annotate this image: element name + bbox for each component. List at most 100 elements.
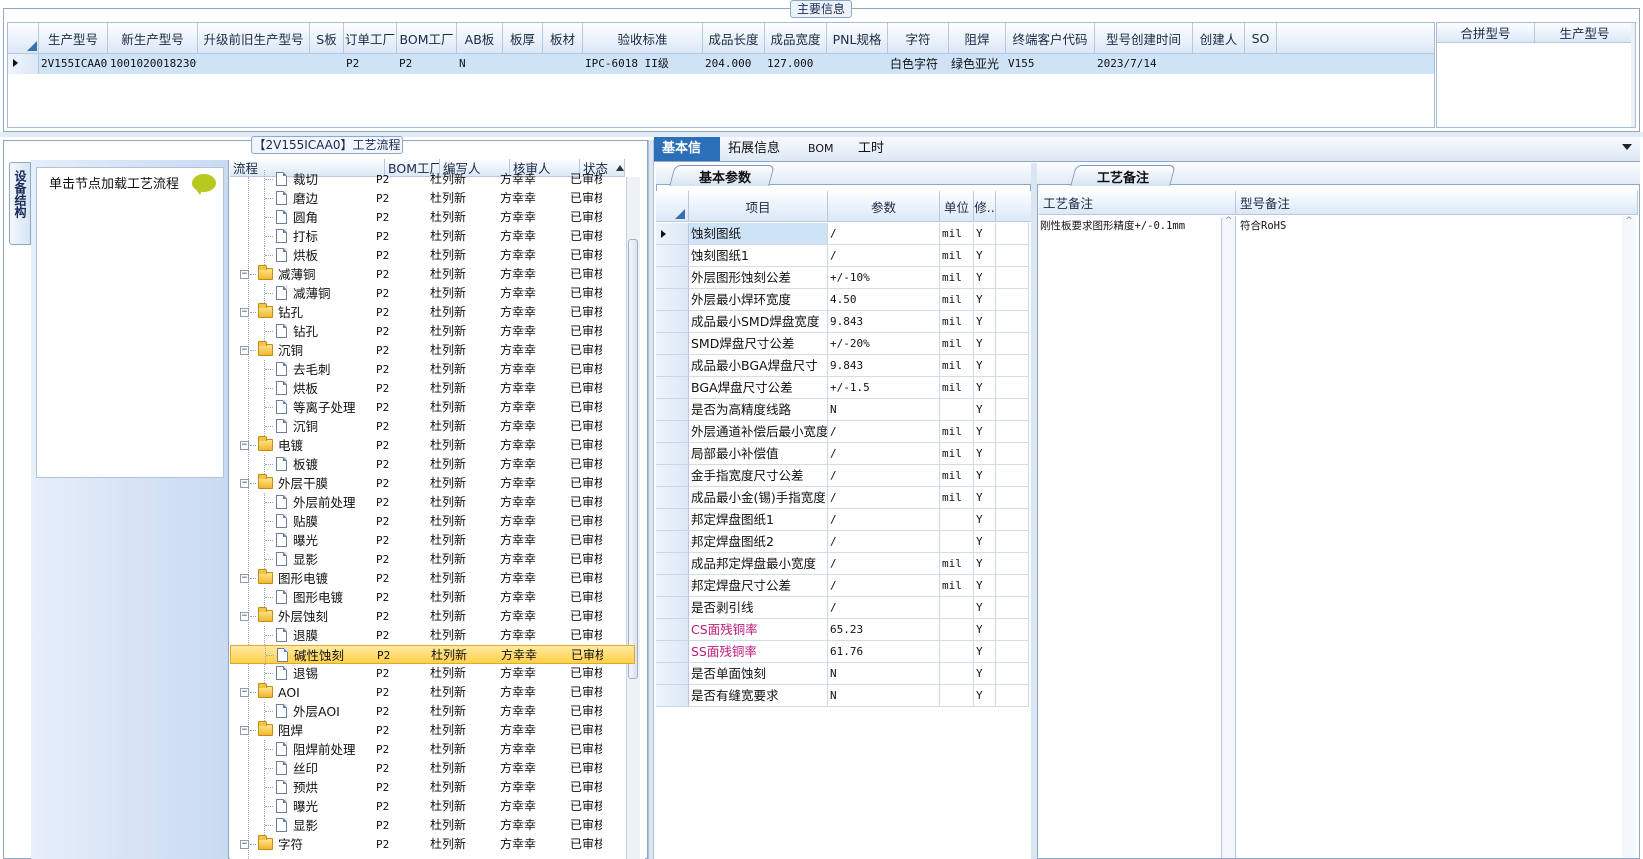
param-value[interactable]: / xyxy=(828,465,940,487)
tree-row[interactable]: − 减薄铜 P2 杜列新 方幸幸 已审核 xyxy=(230,265,635,284)
tree-row[interactable]: 贴膜 P2 杜列新 方幸幸 已审核 xyxy=(230,512,635,531)
tab-4[interactable]: 工时 xyxy=(850,137,900,161)
main-col-header[interactable]: PNL规格 xyxy=(827,23,888,54)
param-row[interactable]: CS面残铜率 65.23 Y xyxy=(656,619,1031,641)
tree-row[interactable]: 显影 P2 杜列新 方幸幸 已审核 xyxy=(230,550,635,569)
tab-2[interactable]: 拓展信息 xyxy=(720,137,800,161)
merge-model-grid[interactable]: 合拼型号 生产型号 xyxy=(1436,22,1636,128)
row-indicator[interactable] xyxy=(656,355,689,377)
row-indicator[interactable] xyxy=(656,421,689,443)
main-col-header[interactable]: 板厚 xyxy=(503,23,543,54)
main-col-header[interactable]: 终端客户代码 xyxy=(1006,23,1095,54)
row-indicator[interactable] xyxy=(656,619,689,641)
param-value[interactable]: 65.23 xyxy=(828,619,940,641)
tree-row[interactable]: 裁切 P2 杜列新 方幸幸 已审核 xyxy=(230,170,635,189)
process-remark-scroll[interactable]: ^ xyxy=(1222,216,1236,858)
params-col-header[interactable]: 项目 xyxy=(689,191,828,222)
row-indicator[interactable] xyxy=(656,509,689,531)
param-row[interactable]: 成品最小SMD焊盘宽度 9.843 mil Y xyxy=(656,311,1031,333)
param-value[interactable]: / xyxy=(828,531,940,553)
param-row[interactable]: 成品最小BGA焊盘尺寸 9.843 mil Y xyxy=(656,355,1031,377)
param-value[interactable]: 61.76 xyxy=(828,641,940,663)
param-value[interactable]: 4.50 xyxy=(828,289,940,311)
param-value[interactable]: / xyxy=(828,509,940,531)
tree-row[interactable]: − AOI P2 杜列新 方幸幸 已审核 xyxy=(230,683,635,702)
main-col-header[interactable]: 升级前旧生产型号 xyxy=(198,23,310,54)
param-row[interactable]: 外层图形蚀刻公差 +/-10% mil Y xyxy=(656,267,1031,289)
main-col-header[interactable]: 生产型号 xyxy=(39,23,108,54)
param-row[interactable]: 成品最小金(锡)手指宽度 / mil Y xyxy=(656,487,1031,509)
tree-row[interactable]: − 沉铜 P2 杜列新 方幸幸 已审核 xyxy=(230,341,635,360)
row-indicator[interactable] xyxy=(656,399,689,421)
param-row[interactable]: SS面残铜率 61.76 Y xyxy=(656,641,1031,663)
tree-row[interactable]: 退膜 P2 杜列新 方幸幸 已审核 xyxy=(230,626,635,645)
basic-params-grid[interactable]: 项目 参数 单位 修.. 蚀刻图纸 / mil Y 蚀刻图纸1/mil Y 外层图形蚀刻公差 +/-1… xyxy=(656,191,1031,859)
main-info-grid[interactable]: 生产型号 新生产型号 升级前旧生产型号 S板 订单工厂 BOM工厂 AB板 板厚 板材 验收标准成… xyxy=(7,22,1435,128)
param-value[interactable]: N xyxy=(828,685,940,707)
tree-row[interactable]: − 电镀 P2 杜列新 方幸幸 已审核 xyxy=(230,436,635,455)
param-row[interactable]: 邦定焊盘尺寸公差 / mil Y xyxy=(656,575,1031,597)
param-value[interactable]: / xyxy=(828,597,940,619)
row-indicator[interactable] xyxy=(656,333,689,355)
tree-row[interactable]: − 字符 P2 杜列新 方幸幸 已审核 xyxy=(230,835,635,854)
main-col-header[interactable]: AB板 xyxy=(457,23,503,54)
row-indicator[interactable] xyxy=(656,465,689,487)
tree-row[interactable]: 去毛刺 P2 杜列新 方幸幸 已审核 xyxy=(230,360,635,379)
param-row[interactable]: 蚀刻图纸 / mil Y xyxy=(656,223,1031,245)
collapse-icon[interactable]: − xyxy=(240,726,249,735)
main-col-header[interactable]: 型号创建时间 xyxy=(1095,23,1193,54)
tree-row[interactable]: 圆角 P2 杜列新 方幸幸 已审核 xyxy=(230,208,635,227)
params-col-header[interactable]: 单位 xyxy=(940,191,974,222)
param-row[interactable]: 邦定焊盘图纸1/ Y xyxy=(656,509,1031,531)
tree-row[interactable]: 显影 P2 杜列新 方幸幸 已审核 xyxy=(230,816,635,835)
tree-row[interactable]: 钻孔 P2 杜列新 方幸幸 已审核 xyxy=(230,322,635,341)
tree-row[interactable]: 预烘 P2 杜列新 方幸幸 已审核 xyxy=(230,778,635,797)
param-row[interactable]: 邦定焊盘图纸2/ Y xyxy=(656,531,1031,553)
tree-row[interactable]: 丝印 P2 杜列新 方幸幸 已审核 xyxy=(230,759,635,778)
param-value[interactable]: / xyxy=(828,443,940,465)
param-row[interactable]: 是否剥引线 / Y xyxy=(656,597,1031,619)
param-value[interactable]: / xyxy=(828,421,940,443)
param-value[interactable]: +/-10% xyxy=(828,267,940,289)
tree-row[interactable]: 图形电镀 P2 杜列新 方幸幸 已审核 xyxy=(230,588,635,607)
tree-row[interactable]: − 图形电镀 P2 杜列新 方幸幸 已审核 xyxy=(230,569,635,588)
main-col-header[interactable]: SO xyxy=(1245,23,1277,54)
process-tree[interactable]: 流程 BOM工厂 编写人 核审人 状态 裁切 P2 杜列新 方幸幸 已审核 磨边 P2 杜列新 方幸幸 已审… xyxy=(230,159,645,859)
param-row[interactable]: 是否单面蚀刻 N Y xyxy=(656,663,1031,685)
row-indicator[interactable] xyxy=(656,553,689,575)
tree-row[interactable]: 外层AOI P2 杜列新 方幸幸 已审核 xyxy=(230,702,635,721)
row-indicator[interactable] xyxy=(656,597,689,619)
param-value[interactable]: / xyxy=(828,575,940,597)
tree-row[interactable]: 烘板 P2 杜列新 方幸幸 已审核 xyxy=(230,379,635,398)
collapse-icon[interactable]: − xyxy=(240,574,249,583)
collapse-icon[interactable]: − xyxy=(240,308,249,317)
main-col-header[interactable]: 验收标准 xyxy=(583,23,703,54)
param-value[interactable]: / xyxy=(828,223,940,245)
tree-row[interactable]: 阻焊前处理 P2 杜列新 方幸幸 已审核 xyxy=(230,740,635,759)
main-col-header[interactable]: S板 xyxy=(310,23,344,54)
collapse-icon[interactable]: − xyxy=(240,840,249,849)
main-col-header[interactable]: 成品长度 xyxy=(703,23,765,54)
param-value[interactable]: 9.843 xyxy=(828,355,940,377)
param-value[interactable]: / xyxy=(828,553,940,575)
row-indicator[interactable] xyxy=(656,487,689,509)
tree-row[interactable]: − 阻焊 P2 杜列新 方幸幸 已审核 xyxy=(230,721,635,740)
merge-scrollbar[interactable] xyxy=(1631,23,1635,127)
main-col-header[interactable]: 板材 xyxy=(543,23,583,54)
tree-row[interactable]: 曝光 P2 杜列新 方幸幸 已审核 xyxy=(230,531,635,550)
row-indicator[interactable] xyxy=(656,685,689,707)
row-indicator[interactable] xyxy=(656,289,689,311)
collapse-icon[interactable]: − xyxy=(240,688,249,697)
tree-row[interactable]: − 钻孔 P2 杜列新 方幸幸 已审核 xyxy=(230,303,635,322)
tree-row[interactable]: 板镀 P2 杜列新 方幸幸 已审核 xyxy=(230,455,635,474)
model-remark-scroll[interactable]: ^ xyxy=(1622,216,1636,858)
tree-row[interactable]: 烘板 P2 杜列新 方幸幸 已审核 xyxy=(230,246,635,265)
row-indicator[interactable] xyxy=(656,245,689,267)
tab-1[interactable]: 基本信息 xyxy=(654,137,720,180)
main-col-header[interactable]: 阻焊 xyxy=(949,23,1006,54)
row-indicator[interactable] xyxy=(656,267,689,289)
param-value[interactable]: / xyxy=(828,245,940,267)
param-row[interactable]: 金手指宽度尺寸公差 / mil Y xyxy=(656,465,1031,487)
param-row[interactable]: 局部最小补偿值 / mil Y xyxy=(656,443,1031,465)
param-value[interactable]: N xyxy=(828,399,940,421)
